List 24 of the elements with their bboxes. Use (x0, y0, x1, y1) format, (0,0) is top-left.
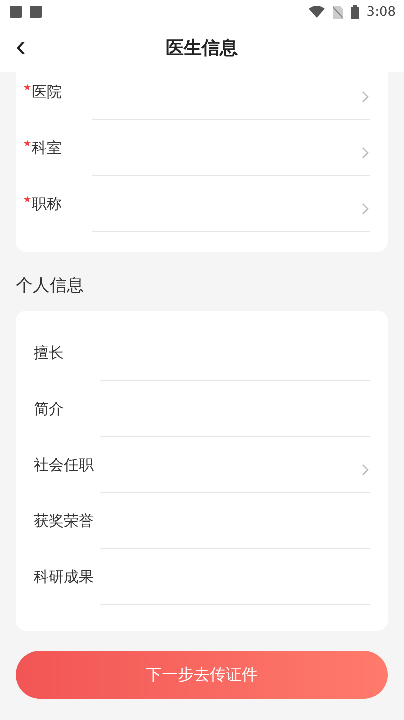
chevron-icon (362, 146, 370, 158)
back-button[interactable]: ‹ (10, 34, 32, 60)
required-star-icon (24, 84, 31, 90)
chevron-icon (362, 90, 370, 102)
field-label: 科研成果 (34, 568, 95, 586)
required-star-icon (24, 140, 31, 146)
field-label: 擅长 (34, 344, 65, 362)
required-star-icon (24, 196, 31, 202)
notification-icon (10, 6, 22, 18)
section-title: 个人信息 (16, 275, 85, 297)
field-label: 医院 (24, 82, 92, 102)
wifi-icon (308, 6, 325, 18)
field-label: 社会任职 (34, 456, 95, 474)
page-title: 医生信息 (166, 37, 238, 60)
field-label: 简介 (34, 400, 65, 418)
status-time: 3:08 (366, 4, 396, 20)
battery-icon (350, 5, 359, 19)
no-sim-icon (332, 6, 343, 18)
field-label: 科室 (24, 138, 92, 158)
chevron-icon (362, 202, 370, 214)
field-label: 职称 (24, 194, 92, 214)
chevron-icon (362, 464, 370, 476)
notification-icon (30, 6, 42, 18)
field-label: 获奖荣誉 (34, 512, 95, 530)
